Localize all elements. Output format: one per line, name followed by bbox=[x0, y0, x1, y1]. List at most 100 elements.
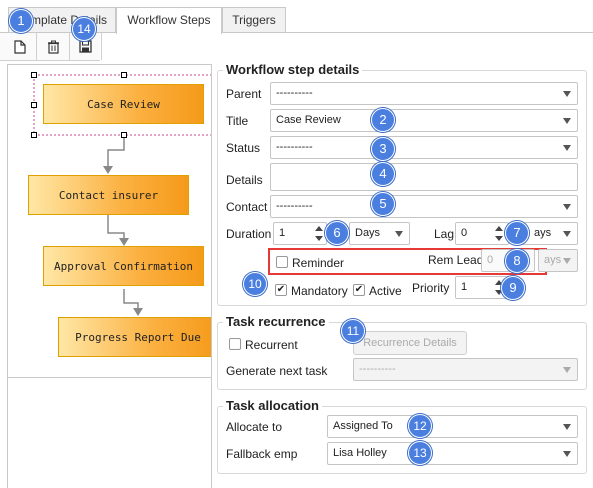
chevron-down-icon bbox=[563, 91, 571, 97]
chevron-down-icon bbox=[563, 424, 571, 430]
status-value: ---------- bbox=[276, 141, 313, 153]
generate-next-task-label: Generate next task bbox=[226, 364, 328, 378]
callout-badge-14: 14 bbox=[72, 17, 96, 41]
chevron-down-icon bbox=[563, 367, 571, 373]
callout-badge-3: 3 bbox=[371, 137, 395, 161]
mandatory-label: Mandatory bbox=[291, 284, 348, 298]
callout-badge-10: 10 bbox=[243, 272, 267, 296]
chevron-down-icon bbox=[563, 204, 571, 210]
callout-badge-12: 12 bbox=[408, 414, 432, 438]
trash-icon bbox=[47, 40, 59, 54]
node-label: Approval Confirmation bbox=[53, 259, 194, 273]
recurrence-details-button[interactable]: Recurrence Details bbox=[353, 331, 467, 355]
resize-handle[interactable] bbox=[31, 72, 37, 78]
node-label: Case Review bbox=[87, 97, 160, 111]
callout-badge-8: 8 bbox=[505, 249, 529, 273]
status-select[interactable]: ---------- bbox=[270, 136, 578, 159]
reminder-checkbox[interactable] bbox=[276, 256, 288, 268]
save-icon bbox=[78, 40, 92, 53]
chevron-down-icon bbox=[563, 145, 571, 151]
parent-label: Parent bbox=[226, 87, 262, 101]
callout-badge-7: 7 bbox=[505, 221, 529, 245]
parent-select[interactable]: ---------- bbox=[270, 82, 578, 105]
details-label: Details bbox=[226, 173, 263, 187]
active-checkbox[interactable]: ✔ bbox=[353, 284, 365, 296]
title-select[interactable]: Case Review bbox=[270, 109, 578, 132]
details-textarea[interactable] bbox=[270, 163, 578, 191]
recurrent-label: Recurrent bbox=[245, 338, 298, 352]
workflow-step-details-legend: Workflow step details bbox=[223, 62, 363, 77]
rem-lead-unit-select[interactable]: ays bbox=[538, 249, 578, 272]
new-document-icon bbox=[14, 39, 26, 54]
callout-badge-4: 4 bbox=[371, 162, 395, 186]
title-value: Case Review bbox=[276, 114, 341, 126]
resize-handle[interactable] bbox=[121, 132, 127, 138]
lag-label: Lag bbox=[434, 227, 455, 241]
resize-handle[interactable] bbox=[121, 72, 127, 78]
spin-down-icon bbox=[495, 236, 503, 241]
allocate-to-value: Assigned To bbox=[333, 420, 393, 432]
spin-down-icon bbox=[315, 236, 323, 241]
tab-triggers[interactable]: Triggers bbox=[222, 7, 286, 32]
chevron-down-icon bbox=[563, 118, 571, 124]
new-document-button[interactable] bbox=[4, 33, 37, 60]
rem-lead-label: Rem Lead bbox=[428, 253, 484, 267]
lag-spinner[interactable] bbox=[493, 222, 505, 245]
contact-label: Contact bbox=[226, 200, 268, 214]
spin-up-icon bbox=[315, 226, 323, 231]
delete-button[interactable] bbox=[37, 33, 70, 60]
duration-unit-value: Days bbox=[355, 227, 381, 239]
tab-triggers-label: Triggers bbox=[232, 13, 276, 27]
callout-badge-6: 6 bbox=[325, 221, 349, 245]
callout-badge-13: 13 bbox=[408, 441, 432, 465]
chevron-down-icon bbox=[563, 258, 571, 264]
workflow-node-contact-insurer[interactable]: Contact insurer bbox=[28, 175, 189, 215]
callout-badge-1: 1 bbox=[9, 9, 33, 33]
reminder-label: Reminder bbox=[292, 256, 345, 270]
callout-badge-9: 9 bbox=[501, 276, 525, 300]
priority-value: 1 bbox=[461, 281, 468, 293]
chevron-down-icon bbox=[563, 451, 571, 457]
callout-badge-11: 11 bbox=[341, 319, 365, 343]
chevron-down-icon bbox=[563, 231, 571, 237]
rem-lead-unit-value: ays bbox=[544, 254, 562, 266]
node-label: Contact insurer bbox=[58, 188, 159, 202]
generate-next-task-value: ---------- bbox=[359, 363, 396, 375]
duration-unit-select[interactable]: Days bbox=[349, 222, 410, 245]
tab-workflow-steps[interactable]: Workflow Steps bbox=[116, 7, 222, 34]
fallback-emp-label: Fallback emp bbox=[226, 447, 298, 461]
resize-handle[interactable] bbox=[31, 132, 37, 138]
contact-value: ---------- bbox=[276, 200, 313, 212]
chevron-down-icon bbox=[395, 231, 403, 237]
active-label: Active bbox=[369, 284, 402, 298]
mandatory-checkbox[interactable]: ✔ bbox=[275, 284, 287, 296]
contact-select[interactable]: ---------- bbox=[270, 195, 578, 218]
fallback-emp-value: Lisa Holley bbox=[333, 447, 387, 459]
duration-spinner[interactable] bbox=[313, 222, 325, 245]
workflow-node-progress-report-due[interactable]: Progress Report Due bbox=[58, 317, 211, 357]
resize-handle[interactable] bbox=[31, 102, 37, 108]
lag-value: 0 bbox=[461, 227, 468, 239]
allocate-to-select[interactable]: Assigned To bbox=[327, 415, 578, 438]
workflow-node-approval-confirmation[interactable]: Approval Confirmation bbox=[43, 246, 204, 286]
callout-badge-2: 2 bbox=[371, 108, 395, 132]
priority-label: Priority bbox=[412, 281, 450, 295]
fallback-emp-select[interactable]: Lisa Holley bbox=[327, 442, 578, 465]
task-allocation-legend: Task allocation bbox=[223, 398, 322, 413]
generate-next-task-select[interactable]: ---------- bbox=[353, 358, 578, 381]
title-label: Title bbox=[226, 114, 249, 128]
node-label: Progress Report Due bbox=[75, 330, 201, 344]
rem-lead-value: 0 bbox=[487, 254, 494, 266]
tab-workflow-steps-label: Workflow Steps bbox=[127, 13, 211, 27]
status-label: Status bbox=[226, 141, 261, 155]
duration-value: 1 bbox=[279, 227, 286, 239]
diagram-lower-area bbox=[7, 378, 212, 488]
recurrent-checkbox[interactable] bbox=[229, 338, 241, 350]
duration-label: Duration bbox=[226, 227, 272, 241]
allocate-to-label: Allocate to bbox=[226, 420, 283, 434]
workflow-diagram-canvas[interactable]: Case Review Contact insurer Approval Con… bbox=[7, 64, 212, 378]
task-recurrence-legend: Task recurrence bbox=[223, 314, 329, 329]
callout-badge-5: 5 bbox=[371, 192, 395, 216]
spin-up-icon bbox=[495, 226, 503, 231]
workflow-node-case-review[interactable]: Case Review bbox=[43, 84, 204, 124]
